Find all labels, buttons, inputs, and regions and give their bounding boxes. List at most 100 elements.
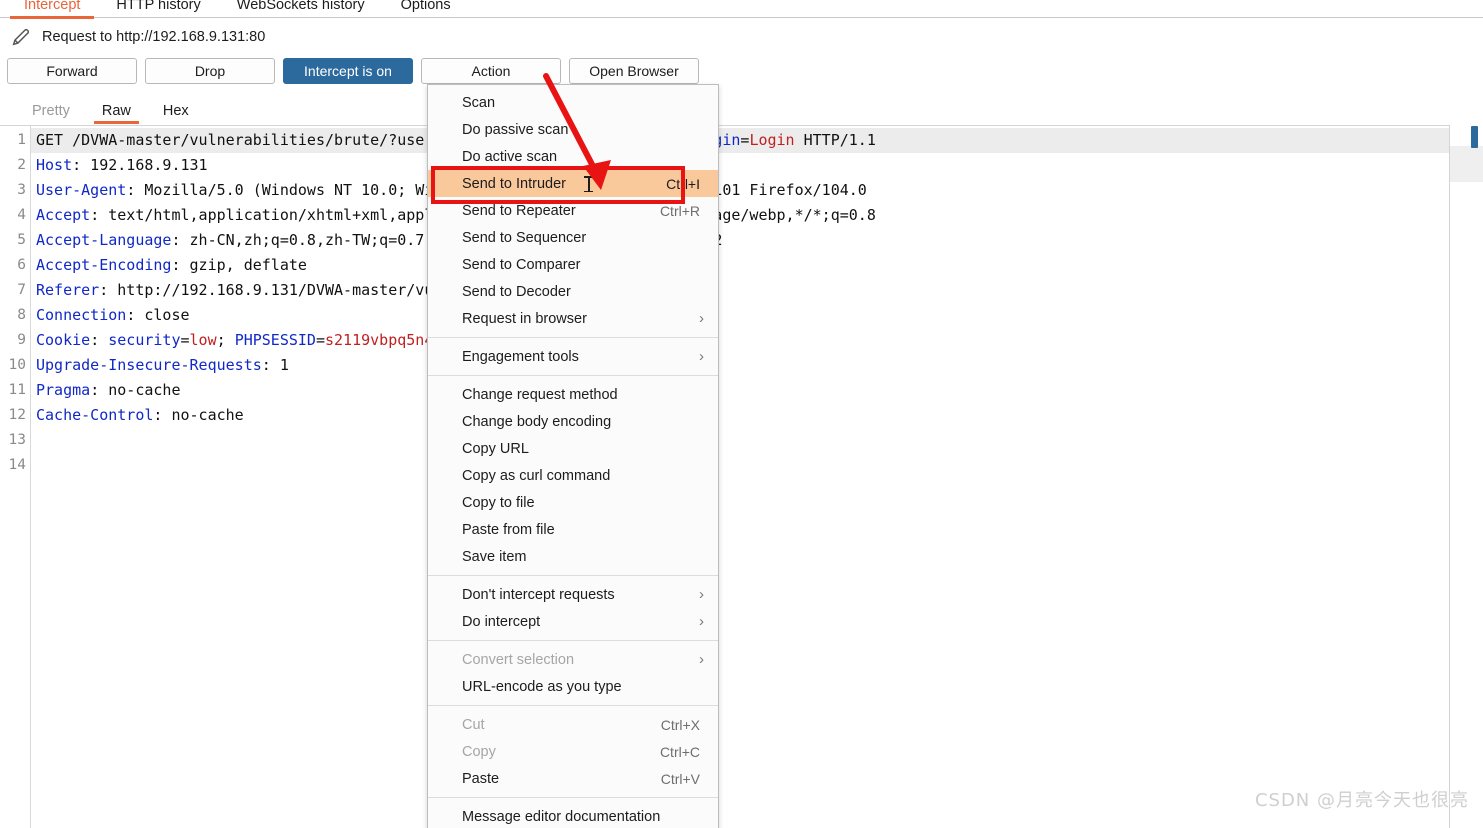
request-header-bar: Request to http://192.168.9.131:80 xyxy=(0,19,1483,55)
menu-item-label: Message editor documentation xyxy=(462,808,661,825)
line-number: 3 xyxy=(17,182,26,198)
menu-item-save-item[interactable]: Save item xyxy=(428,543,718,570)
code-token: Host xyxy=(36,156,73,174)
menu-item-label: Save item xyxy=(462,548,527,565)
menu-item-label: Send to Repeater xyxy=(462,202,576,219)
line-number: 13 xyxy=(8,432,26,448)
proxy-tab-options[interactable]: Options xyxy=(383,0,469,18)
menu-item-copy-as-curl-command[interactable]: Copy as curl command xyxy=(428,462,718,489)
line-number: 1 xyxy=(17,132,26,148)
watermark-text: CSDN @月亮今天也很亮 xyxy=(1254,790,1469,811)
menu-item-shortcut: Ctrl+X xyxy=(660,716,700,733)
chevron-right-icon: › xyxy=(699,310,704,327)
menu-item-engagement-tools[interactable]: Engagement tools › xyxy=(428,343,718,370)
chevron-right-icon: › xyxy=(699,613,704,630)
menu-item-paste-from-file[interactable]: Paste from file xyxy=(428,516,718,543)
menu-item-copy-url[interactable]: Copy URL xyxy=(428,435,718,462)
proxy-tab-websockets-history[interactable]: WebSockets history xyxy=(219,0,383,18)
menu-item-label: Request in browser xyxy=(462,310,587,327)
menu-item-shortcut: Ctrl+V xyxy=(660,770,700,787)
code-token: Cookie xyxy=(36,331,91,349)
menu-item-label: Paste from file xyxy=(462,521,555,538)
menu-separator xyxy=(428,375,718,376)
line-number: 4 xyxy=(17,207,26,223)
menu-item-label: Cut xyxy=(462,716,485,733)
menu-item-do-active-scan[interactable]: Do active scan xyxy=(428,143,718,170)
menu-item-change-body-encoding[interactable]: Change body encoding xyxy=(428,408,718,435)
code-line: Referer: http://192.168.9.131/DVWA-maste… xyxy=(31,278,1449,303)
menu-item-label: URL-encode as you type xyxy=(462,678,622,695)
menu-item-paste[interactable]: Paste Ctrl+V xyxy=(428,765,718,792)
menu-item-send-to-repeater[interactable]: Send to Repeater Ctrl+R xyxy=(428,197,718,224)
code-token: low xyxy=(189,331,217,349)
menu-item-change-request-method[interactable]: Change request method xyxy=(428,381,718,408)
burp-proxy-intercept-window: Intercept HTTP history WebSockets history O… xyxy=(0,0,1483,828)
proxy-tab-http-history[interactable]: HTTP history xyxy=(98,0,218,18)
menu-item-do-intercept[interactable]: Do intercept › xyxy=(428,608,718,635)
line-number: 5 xyxy=(17,232,26,248)
menu-item-send-to-comparer[interactable]: Send to Comparer xyxy=(428,251,718,278)
menu-item-do-passive-scan[interactable]: Do passive scan xyxy=(428,116,718,143)
code-token: Connection xyxy=(36,306,127,324)
menu-item-cut: Cut Ctrl+X xyxy=(428,711,718,738)
code-token: Referer xyxy=(36,281,100,299)
menu-item-label: Do intercept xyxy=(462,613,541,630)
menu-item-send-to-sequencer[interactable]: Send to Sequencer xyxy=(428,224,718,251)
open-browser-button[interactable]: Open Browser xyxy=(569,58,699,84)
menu-item-label: Copy as curl command xyxy=(462,467,611,484)
menu-item-url-encode-as-you-type[interactable]: URL-encode as you type xyxy=(428,673,718,700)
menu-item-don-t-intercept-requests[interactable]: Don't intercept requests › xyxy=(428,581,718,608)
action-button[interactable]: Action xyxy=(421,58,561,84)
action-context-menu[interactable]: Scan Do passive scan Do active scan Send to… xyxy=(427,84,719,828)
line-number: 9 xyxy=(17,332,26,348)
code-token: security xyxy=(108,331,181,349)
code-token: : no-cache xyxy=(90,381,181,399)
line-number: 12 xyxy=(8,407,26,423)
vertical-scrollbar[interactable] xyxy=(1471,126,1478,148)
code-token: : 1 xyxy=(261,356,289,374)
menu-item-request-in-browser[interactable]: Request in browser › xyxy=(428,305,718,332)
menu-item-send-to-intruder[interactable]: Send to Intruder Ctrl+I xyxy=(428,170,718,197)
code-token: : gzip, deflate xyxy=(171,256,307,274)
proxy-tab-intercept[interactable]: Intercept xyxy=(6,0,98,19)
request-title: Request to http://192.168.9.131:80 xyxy=(42,29,266,45)
code-token: HTTP/1.1 xyxy=(794,131,876,149)
menu-separator xyxy=(428,337,718,338)
intercept-toggle-button[interactable]: Intercept is on xyxy=(283,58,413,84)
menu-item-label: Change request method xyxy=(462,386,618,403)
menu-item-send-to-decoder[interactable]: Send to Decoder xyxy=(428,278,718,305)
code-line: User-Agent: Mozilla/5.0 (Windows NT 10.0… xyxy=(31,178,1449,203)
forward-button[interactable]: Forward xyxy=(7,58,137,84)
code-token: User-Agent xyxy=(36,181,127,199)
code-token: : 192.168.9.131 xyxy=(72,156,208,174)
code-token: = xyxy=(315,331,325,349)
menu-item-label: Send to Comparer xyxy=(462,256,581,273)
code-line: Accept: text/html,application/xhtml+xml,… xyxy=(31,203,1449,228)
code-token: PHPSESSID xyxy=(234,331,316,349)
pencil-icon xyxy=(10,26,32,48)
line-number: 8 xyxy=(17,307,26,323)
code-line: Cookie: security=low; PHPSESSID=s2119vbp… xyxy=(31,328,1449,353)
chevron-right-icon: › xyxy=(699,651,704,668)
line-number: 10 xyxy=(8,357,26,373)
request-raw-text[interactable]: GET /DVWA-master/vulnerabilities/brute/?… xyxy=(30,126,1449,828)
menu-separator xyxy=(428,705,718,706)
request-editor[interactable]: 1 2 3 4 5 6 7 8 9 10 11 12 13 14 GET /DVWA-master/vul… xyxy=(0,125,1450,828)
text-cursor-icon xyxy=(584,176,593,192)
menu-item-label: Copy to file xyxy=(462,494,535,511)
view-tab-raw[interactable]: Raw xyxy=(86,103,147,124)
menu-item-scan[interactable]: Scan xyxy=(428,89,718,116)
menu-item-copy-to-file[interactable]: Copy to file xyxy=(428,489,718,516)
drop-button[interactable]: Drop xyxy=(145,58,275,84)
intercept-toolbar: Forward Drop Intercept is on Action Open… xyxy=(0,56,1483,86)
proxy-tabs: Intercept HTTP history WebSockets history O… xyxy=(0,0,1483,19)
menu-item-label: Send to Decoder xyxy=(462,283,571,300)
menu-item-message-editor-documentation[interactable]: Message editor documentation xyxy=(428,803,718,828)
view-tab-hex[interactable]: Hex xyxy=(147,103,205,124)
code-token: : no-cache xyxy=(153,406,244,424)
menu-item-label: Copy URL xyxy=(462,440,529,457)
menu-item-copy: Copy Ctrl+C xyxy=(428,738,718,765)
view-tab-pretty[interactable]: Pretty xyxy=(16,103,86,124)
